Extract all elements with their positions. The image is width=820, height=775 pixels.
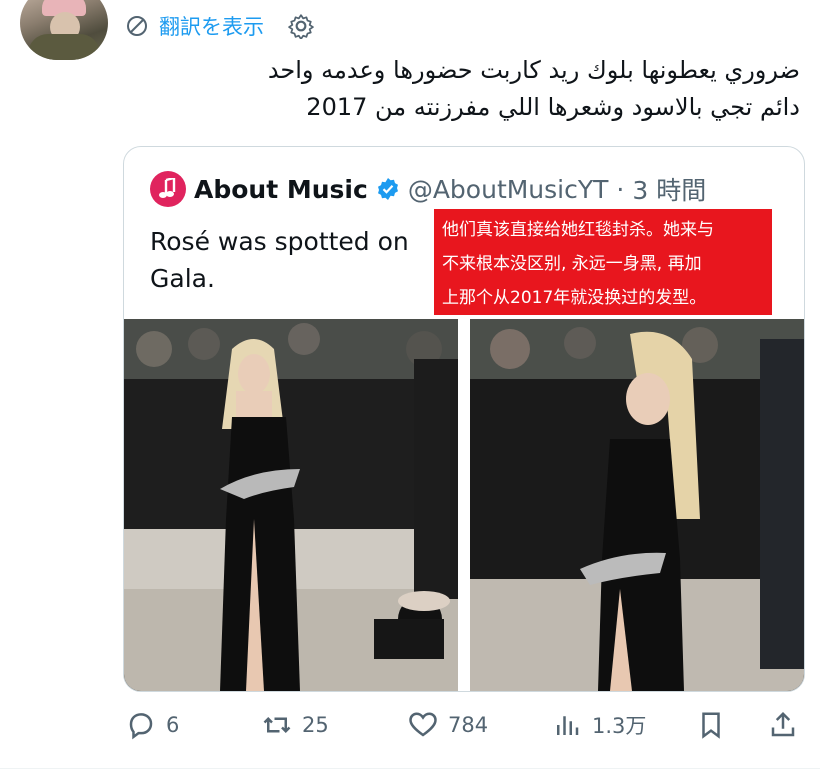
reply-icon <box>129 713 153 740</box>
divider <box>0 768 820 769</box>
translate-globe-icon[interactable] <box>125 14 149 38</box>
bookmark-action[interactable] <box>696 705 726 745</box>
views-count: 1.3万 <box>592 714 647 738</box>
quote-photo-left[interactable] <box>124 319 458 691</box>
photo-left-illustration <box>124 319 458 691</box>
tweet-text: ضروري يعطونها بلوك ريد كاربت حضورها وعدم… <box>267 56 800 121</box>
settings-gear-icon[interactable] <box>288 13 314 39</box>
like-count: 784 <box>448 713 489 737</box>
like-icon <box>409 712 437 737</box>
share-action[interactable] <box>768 705 798 745</box>
reply-action[interactable]: 6 <box>126 705 179 745</box>
translate-row: 翻訳を表示 <box>125 10 314 42</box>
translation-overlay-box: 他们真该直接给她红毯封杀。她来与 不来根本没区别, 永远一身黑, 再加 上那个从… <box>434 209 772 315</box>
retweet-icon <box>263 716 291 734</box>
verified-badge-icon <box>377 178 398 200</box>
tweet-actions-bar: 6 25 784 1.3万 <box>126 705 806 745</box>
views-icon <box>557 716 579 735</box>
views-action[interactable]: 1.3万 <box>552 705 646 745</box>
quote-time[interactable]: 3 時間 <box>632 171 706 207</box>
quote-separator: · <box>616 174 625 204</box>
like-action[interactable]: 784 <box>408 705 488 745</box>
translate-link[interactable]: 翻訳を表示 <box>159 11 264 41</box>
retweet-action[interactable]: 25 <box>262 705 329 745</box>
quote-photo-right[interactable] <box>470 319 804 691</box>
bookmark-icon <box>702 712 720 739</box>
avatar-shirt <box>28 34 100 60</box>
quoted-tweet-card[interactable]: About Music @AboutMusicYT · 3 時間 Rosé wa… <box>123 146 805 692</box>
user-avatar[interactable] <box>20 0 108 60</box>
retweet-count: 25 <box>302 713 329 737</box>
quote-author-name[interactable]: About Music <box>194 175 368 204</box>
quote-handle[interactable]: @AboutMusicYT <box>408 175 609 204</box>
photo-right-illustration <box>470 319 804 691</box>
quote-header: About Music @AboutMusicYT · 3 時間 <box>150 171 706 207</box>
reply-count: 6 <box>166 713 180 737</box>
music-note-icon[interactable] <box>150 171 186 207</box>
share-icon <box>771 711 795 737</box>
